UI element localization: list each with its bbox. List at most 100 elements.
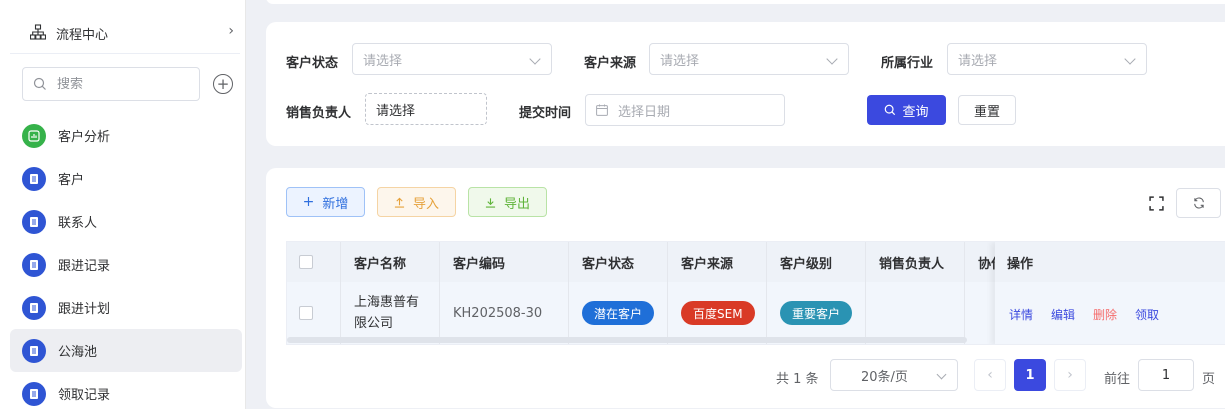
refresh-button[interactable]: [1176, 188, 1221, 218]
row-checkbox[interactable]: [299, 282, 313, 344]
chevron-right-icon: ›: [228, 23, 234, 39]
search-button[interactable]: 查询: [867, 95, 946, 125]
col-header-owner: 销售负责人: [879, 256, 945, 272]
delete-link[interactable]: 删除: [1093, 306, 1117, 323]
chevron-down-icon: [826, 53, 838, 65]
owner-select-value: 请选择: [376, 103, 416, 119]
reset-button-label: 重置: [973, 104, 1000, 120]
status-filter-label: 客户状态: [286, 56, 339, 71]
search-input[interactable]: [57, 76, 177, 92]
col-header-status: 客户状态: [582, 256, 635, 272]
cell-source: 百度SEM: [681, 282, 755, 344]
sidebar-item-label: 领取记录: [58, 388, 111, 403]
cell-level: 重要客户: [780, 282, 853, 344]
add-button[interactable]: + 新增: [286, 187, 365, 217]
upload-icon: [394, 197, 405, 208]
goto-label: 前往: [1104, 372, 1131, 387]
page-size-select[interactable]: 20条/页: [830, 359, 958, 391]
sidebar-item-followup-records[interactable]: 跟进记录: [10, 243, 242, 286]
download-icon: [485, 197, 496, 208]
cell-name: 上海惠普有限公司: [354, 295, 420, 331]
sidebar-item-claim-records[interactable]: 领取记录: [10, 372, 242, 409]
column-divider: [439, 242, 440, 344]
cell-status: 潜在客户: [582, 282, 655, 344]
sidebar-item-label: 客户: [58, 173, 85, 188]
column-divider: [340, 242, 341, 344]
source-select-placeholder: 请选择: [660, 53, 700, 69]
date-picker[interactable]: 选择日期: [585, 94, 785, 126]
search-box: [22, 67, 200, 101]
column-divider: [667, 242, 668, 344]
page-suffix-label: 页: [1202, 372, 1216, 387]
customer-table: 客户名称 客户编码 客户状态 客户来源 客户级别 销售负责人 协作 上海惠普有限…: [286, 241, 1225, 345]
column-divider: [766, 242, 767, 344]
sidebar-item-label: 客户分析: [58, 130, 111, 145]
table-panel: + 新增 导入 导出 客户名称 客户编码 客户状态 客户来源 客户级别 销售负责…: [266, 168, 1225, 408]
goto-page-input[interactable]: 1: [1138, 359, 1194, 391]
chevron-down-icon: [936, 369, 947, 380]
fullscreen-icon[interactable]: [1149, 196, 1164, 211]
column-divider: [568, 242, 569, 344]
detail-link[interactable]: 详情: [1009, 306, 1033, 323]
pagination-total: 共 1 条: [776, 372, 819, 387]
reset-button[interactable]: 重置: [958, 95, 1016, 125]
flow-center-item[interactable]: 流程中心 ›: [10, 10, 240, 54]
page-number-current[interactable]: 1: [1014, 359, 1046, 391]
col-header-code: 客户编码: [453, 256, 506, 272]
chart-icon: [22, 123, 46, 148]
chevron-down-icon: [529, 53, 541, 65]
doc-icon: [22, 381, 46, 406]
chevron-down-icon: [1124, 53, 1136, 65]
column-divider: [964, 242, 965, 344]
sidebar-item-label: 公海池: [58, 345, 98, 360]
horizontal-scrollbar[interactable]: [287, 337, 967, 343]
top-card: [266, 0, 1225, 4]
sidebar-item-label: 跟进计划: [58, 302, 111, 317]
sidebar-menu: 客户分析 客户 联系人 跟进记录 跟进计划 公海池 领取记录: [10, 114, 242, 409]
doc-icon: [22, 252, 46, 277]
industry-filter-label: 所属行业: [881, 56, 934, 71]
page-size-value: 20条/页: [861, 369, 908, 385]
doc-icon: [22, 338, 46, 363]
sidebar-item-public-pool[interactable]: 公海池: [10, 329, 242, 372]
col-header-name: 客户名称: [354, 256, 407, 272]
status-select[interactable]: 请选择: [352, 43, 552, 75]
col-header-level: 客户级别: [780, 256, 833, 272]
next-page-button[interactable]: ›: [1054, 359, 1086, 391]
prev-page-button[interactable]: ‹: [974, 359, 1006, 391]
source-badge: 百度SEM: [681, 301, 755, 325]
col-header-source: 客户来源: [681, 256, 734, 272]
source-filter-label: 客户来源: [584, 56, 637, 71]
col-header-ops: 操作: [995, 242, 1225, 282]
source-select[interactable]: 请选择: [649, 43, 849, 75]
export-button[interactable]: 导出: [468, 187, 547, 217]
industry-select[interactable]: 请选择: [947, 43, 1147, 75]
industry-select-placeholder: 请选择: [958, 53, 998, 69]
filter-panel: 客户状态 请选择 客户来源 请选择 所属行业 请选择 销售负责人 请选择 提交时…: [266, 22, 1225, 146]
claim-link[interactable]: 领取: [1135, 306, 1159, 323]
import-button-label: 导入: [412, 196, 439, 212]
search-icon: [33, 77, 46, 90]
calendar-icon: [596, 104, 608, 116]
cell-code: KH202508-30: [453, 305, 543, 321]
add-button-label: 新增: [322, 196, 349, 212]
sidebar-item-followup-plan[interactable]: 跟进计划: [10, 286, 242, 329]
sidebar: 流程中心 › + 客户分析 客户 联系人: [0, 0, 246, 409]
sidebar-item-label: 跟进记录: [58, 259, 111, 274]
col-header-collab: 协作: [978, 256, 995, 272]
plus-icon: +: [302, 194, 315, 210]
doc-icon: [22, 166, 46, 191]
sidebar-item-customer[interactable]: 客户: [10, 157, 242, 200]
operations-column: 操作 详情 编辑 删除 领取: [995, 242, 1225, 344]
sidebar-item-contacts[interactable]: 联系人: [10, 200, 242, 243]
import-button[interactable]: 导入: [377, 187, 456, 217]
sidebar-item-customer-analysis[interactable]: 客户分析: [10, 114, 242, 157]
edit-link[interactable]: 编辑: [1051, 306, 1075, 323]
select-all-checkbox[interactable]: [299, 242, 313, 282]
owner-select[interactable]: 请选择: [365, 93, 487, 125]
date-picker-placeholder: 选择日期: [618, 104, 671, 120]
status-select-placeholder: 请选择: [363, 53, 403, 69]
add-circle-icon[interactable]: +: [213, 74, 233, 94]
search-button-label: 查询: [902, 104, 929, 120]
level-badge: 重要客户: [780, 301, 853, 325]
